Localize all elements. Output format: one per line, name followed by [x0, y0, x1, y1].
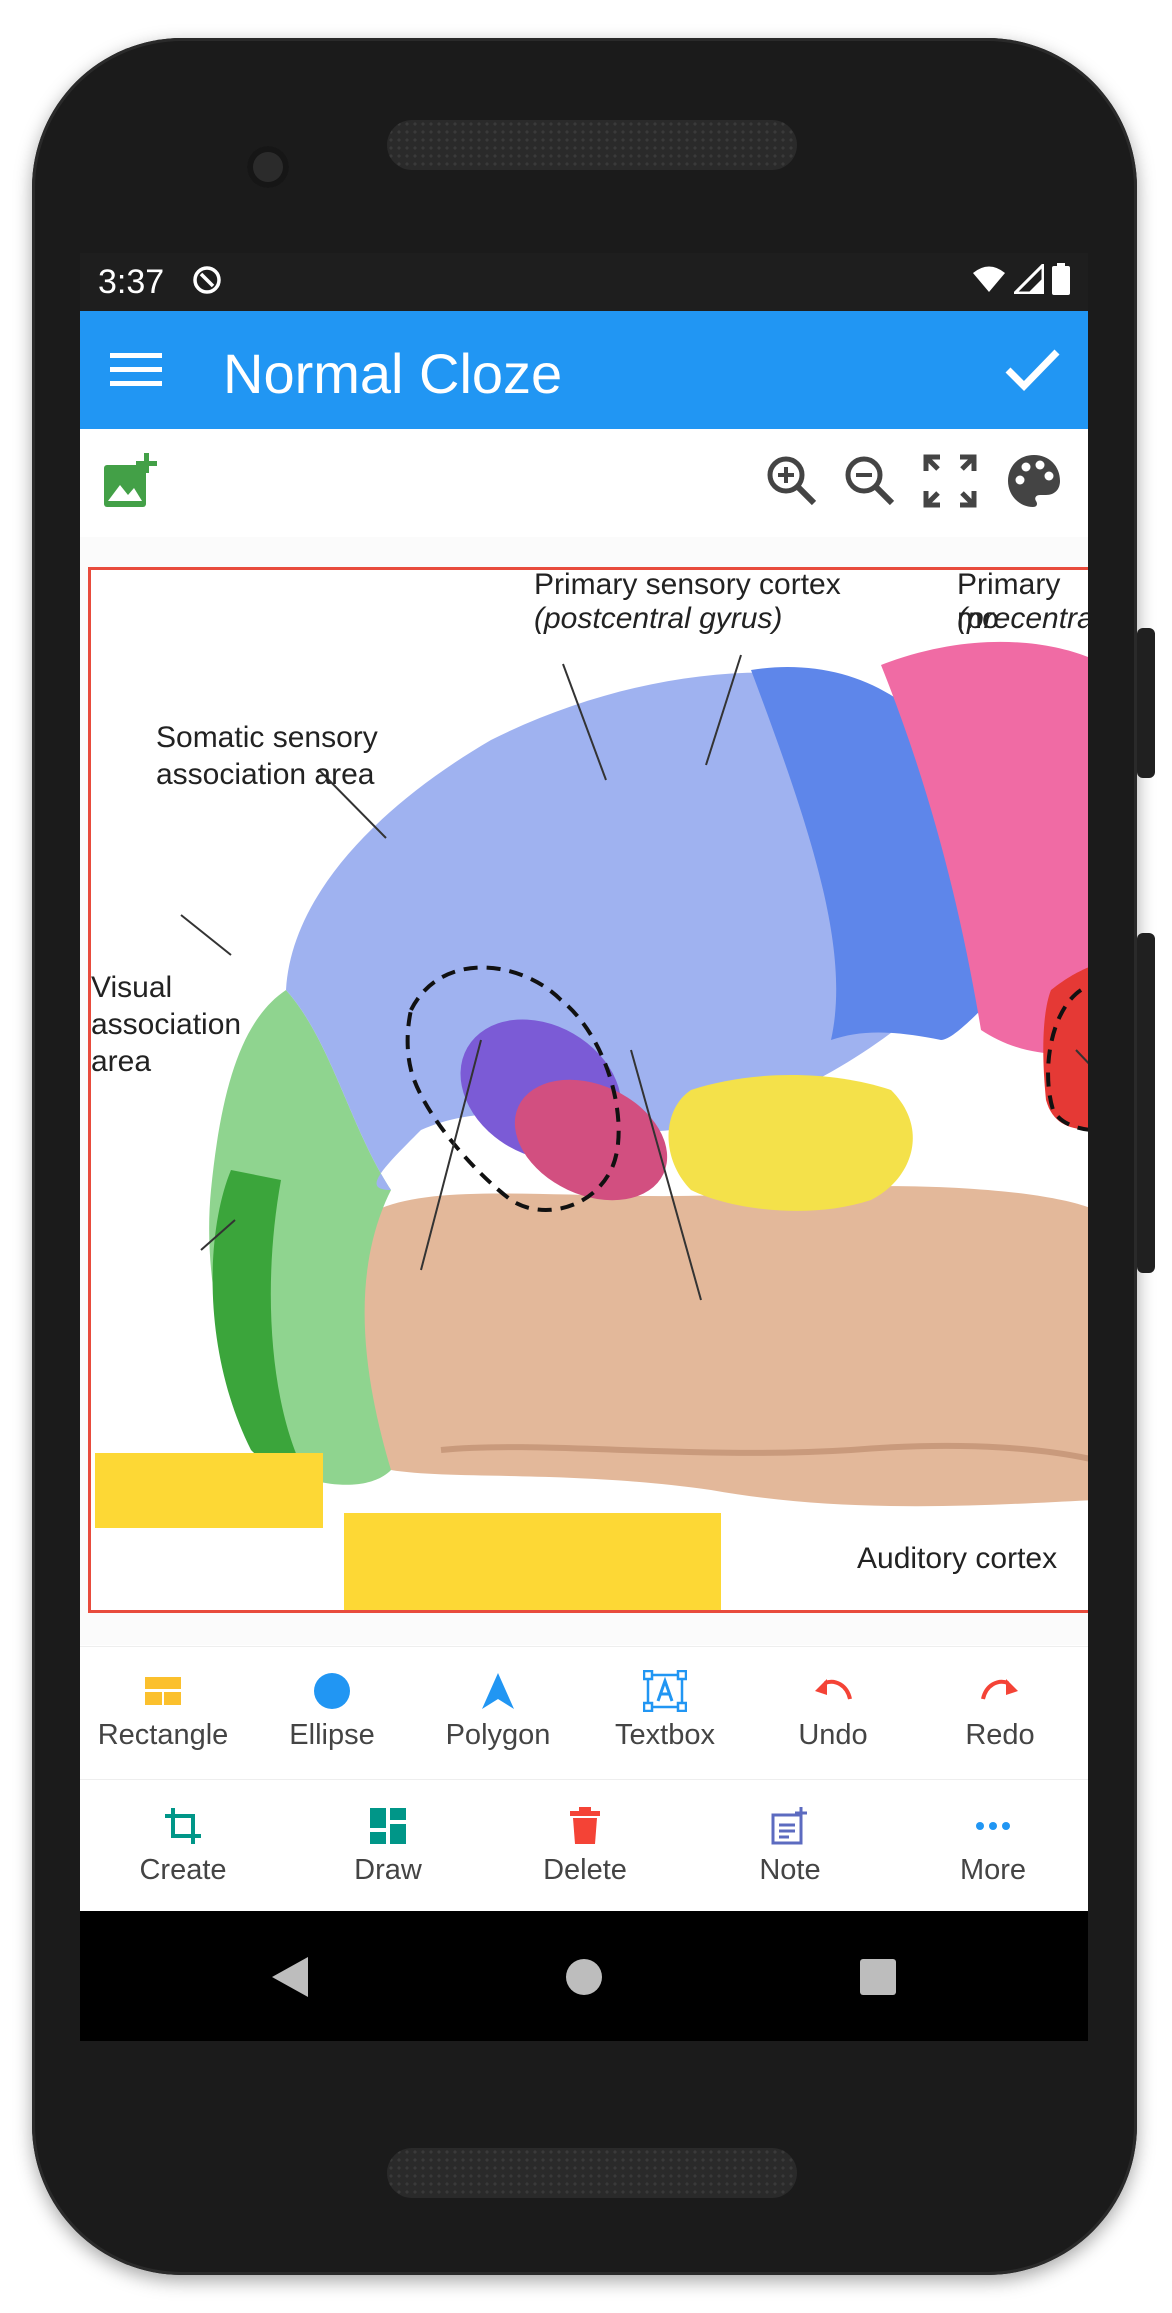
- system-navigation-bar: [80, 1911, 1088, 2041]
- nav-draw[interactable]: Draw: [298, 1804, 478, 1887]
- status-time: 3:37: [98, 263, 165, 301]
- zoom-in-icon: [767, 456, 817, 506]
- label-primary-sensory: Primary sensory cortex: [534, 568, 841, 601]
- page-title: Normal Cloze: [223, 342, 563, 405]
- add-image-button[interactable]: [98, 449, 162, 513]
- nav-draw-label: Draw: [354, 1854, 422, 1886]
- label-visual-3: area: [91, 1045, 152, 1078]
- label-somatic-2: association area: [156, 758, 375, 791]
- status-icons: [972, 263, 1070, 295]
- image-toolbar: [80, 429, 1088, 538]
- back-icon[interactable]: [270, 1955, 310, 1999]
- crop-icon: [165, 1808, 201, 1844]
- nav-create[interactable]: Create: [93, 1804, 273, 1887]
- rectangle-icon: [145, 1677, 181, 1705]
- cell-signal-icon: [1014, 264, 1044, 294]
- undo-icon: [815, 1679, 852, 1700]
- dashboard-icon: [370, 1808, 406, 1844]
- label-somatic-1: Somatic sensory: [156, 721, 378, 754]
- tool-polygon[interactable]: Polygon: [418, 1669, 578, 1752]
- zoom-in-button[interactable]: [760, 449, 824, 513]
- label-visual-1: Visual: [91, 971, 173, 1004]
- screen: 3:37 Normal Cloze Primary sensory cortex…: [80, 253, 1088, 2041]
- label-auditory: Auditory cortex: [857, 1542, 1058, 1575]
- nav-delete-label: Delete: [543, 1854, 627, 1886]
- tool-ellipse-label: Ellipse: [289, 1719, 375, 1751]
- bottom-speaker: [387, 2148, 797, 2198]
- tool-undo[interactable]: Undo: [753, 1669, 913, 1752]
- dnd-icon: [193, 266, 221, 294]
- trash-icon: [570, 1807, 600, 1844]
- textbox-icon: [643, 1670, 687, 1712]
- palette-icon: [1008, 455, 1060, 507]
- fit-screen-button[interactable]: [918, 449, 982, 513]
- ellipse-icon: [314, 1673, 350, 1709]
- fullscreen-icon: [923, 454, 977, 508]
- occlusion-canvas[interactable]: Primary sensory cortex (postcentral gyru…: [88, 567, 1088, 1613]
- power-button: [1137, 628, 1155, 778]
- label-visual-2: association: [91, 1008, 242, 1041]
- nav-note[interactable]: Note: [700, 1804, 880, 1887]
- add-image-icon: [104, 453, 157, 507]
- label-primary-sensory-sub: (postcentral gyrus): [534, 602, 783, 635]
- zoom-out-icon: [845, 456, 895, 506]
- front-camera: [247, 146, 289, 188]
- redo-icon: [981, 1679, 1018, 1700]
- label-primary-motor-sub: (precentral: [957, 602, 1088, 635]
- tool-undo-label: Undo: [798, 1719, 868, 1751]
- tool-rectangle-label: Rectangle: [97, 1719, 229, 1751]
- nav-note-label: Note: [759, 1854, 821, 1886]
- nav-delete[interactable]: Delete: [495, 1804, 675, 1887]
- battery-icon: [1052, 263, 1070, 295]
- tool-ellipse[interactable]: Ellipse: [252, 1669, 412, 1752]
- app-bar: Normal Cloze: [80, 311, 1088, 429]
- top-speaker: [387, 120, 797, 170]
- polygon-icon: [482, 1673, 514, 1709]
- menu-icon[interactable]: [108, 341, 164, 397]
- nav-more[interactable]: More: [903, 1804, 1083, 1887]
- tool-polygon-label: Polygon: [445, 1719, 551, 1751]
- tool-textbox[interactable]: Textbox: [585, 1669, 745, 1752]
- tool-redo[interactable]: Redo: [920, 1669, 1080, 1752]
- nav-create-label: Create: [139, 1854, 227, 1886]
- recents-icon[interactable]: [859, 1958, 897, 1996]
- canvas-area: Primary sensory cortex (postcentral gyru…: [80, 537, 1088, 1645]
- nav-more-label: More: [959, 1854, 1027, 1886]
- palette-button[interactable]: [1002, 449, 1066, 513]
- tool-rectangle[interactable]: Rectangle: [83, 1669, 243, 1752]
- status-bar: 3:37: [80, 253, 1088, 311]
- volume-button: [1137, 933, 1155, 1273]
- note-add-icon: [771, 1807, 807, 1845]
- wifi-icon: [973, 266, 1005, 292]
- home-icon[interactable]: [564, 1957, 604, 1997]
- check-icon[interactable]: [1000, 337, 1064, 401]
- more-dots-icon: [976, 1822, 1010, 1830]
- occlusion-rect[interactable]: [95, 1453, 323, 1528]
- tool-textbox-label: Textbox: [615, 1719, 715, 1751]
- tool-redo-label: Redo: [965, 1719, 1035, 1751]
- zoom-out-button[interactable]: [838, 449, 902, 513]
- shape-toolbar: Rectangle Ellipse Polygon Textbox Undo R…: [80, 1646, 1088, 1779]
- occlusion-rect[interactable]: [344, 1513, 721, 1610]
- bottom-navigation: Create Draw Delete Note More: [80, 1779, 1088, 1912]
